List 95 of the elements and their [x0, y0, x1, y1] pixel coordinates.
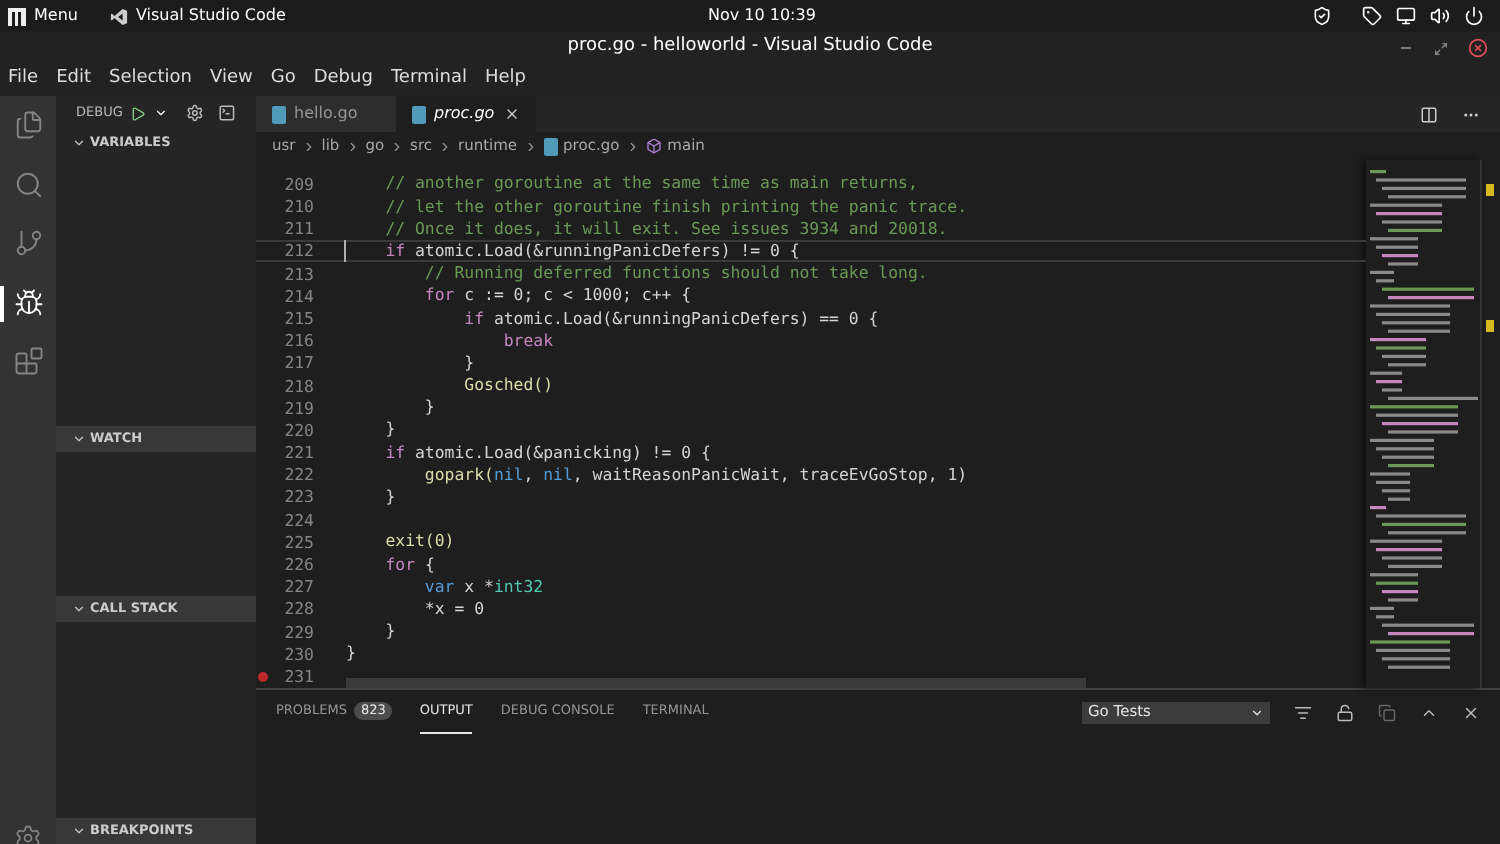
- monitor-icon[interactable]: [1396, 6, 1416, 26]
- caret-icon[interactable]: [154, 106, 169, 120]
- clock[interactable]: Nov 10 10:39: [708, 4, 816, 28]
- file-icon: [412, 105, 426, 123]
- editor-tab[interactable]: hello.go: [256, 96, 396, 132]
- menu-item[interactable]: Selection: [109, 66, 192, 94]
- menu-item[interactable]: File: [8, 66, 39, 94]
- shield-icon[interactable]: [1312, 6, 1332, 26]
- power-icon[interactable]: [1464, 6, 1484, 26]
- line-number: 209: [282, 171, 314, 197]
- line-number: 215: [282, 305, 314, 331]
- code-line: // let the other goroutine finish printing the panic trace.: [383, 195, 968, 218]
- line-number: 211: [282, 216, 314, 242]
- close-icon[interactable]: [504, 106, 520, 122]
- code-line: }: [383, 486, 396, 509]
- code-line: gopark(nil, nil, waitReasonPanicWait, traceEvGoStop, 1): [422, 463, 968, 487]
- line-number: 227: [282, 574, 314, 600]
- line-number: 230: [282, 641, 314, 667]
- code-line: exit(0): [383, 530, 455, 554]
- line-number: 212: [282, 238, 314, 264]
- menu-label[interactable]: Menu: [34, 4, 78, 28]
- split-editor-icon[interactable]: [1420, 105, 1438, 123]
- chevron-icon: [345, 139, 360, 153]
- tag-icon[interactable]: [1362, 6, 1382, 26]
- line-number: 217: [282, 350, 314, 376]
- line-number: 218: [282, 373, 314, 398]
- branch-icon[interactable]: [13, 228, 43, 259]
- code-line: for {: [383, 553, 435, 576]
- menu-logo-icon: [8, 7, 26, 25]
- menu-item[interactable]: Debug: [313, 66, 373, 94]
- vertical-scrollbar[interactable]: [1480, 160, 1500, 688]
- line-number: 225: [282, 529, 314, 555]
- blocks-icon[interactable]: [13, 346, 43, 377]
- menu-item[interactable]: Terminal: [390, 66, 467, 94]
- play-icon[interactable]: [130, 105, 147, 121]
- chevron-icon: [390, 139, 405, 153]
- line-number: 222: [282, 462, 314, 488]
- settings-icon[interactable]: [14, 824, 42, 844]
- chevron-icon: [438, 139, 452, 153]
- code-line: if atomic.Load(&runningPanicDefers) != 0 {: [383, 239, 800, 263]
- code-line: }: [462, 351, 475, 375]
- code-line: }: [346, 642, 356, 666]
- menu-item[interactable]: Go: [270, 66, 296, 94]
- code-line: if atomic.Load(&runningPanicDefers) == 0 {: [462, 307, 879, 330]
- code-line: }: [383, 620, 396, 643]
- editor-tab[interactable]: proc.go: [396, 96, 536, 132]
- menu-item[interactable]: Edit: [56, 66, 91, 94]
- chevron-icon: [625, 139, 640, 153]
- line-number: 224: [282, 507, 314, 532]
- bug-icon[interactable]: [13, 287, 43, 318]
- volume-icon[interactable]: [1430, 6, 1450, 26]
- search-icon[interactable]: [13, 169, 43, 200]
- line-number: 223: [282, 484, 314, 510]
- line-number: 229: [282, 619, 314, 644]
- code-line: var x *int32: [422, 575, 544, 598]
- code-line: if atomic.Load(&panicking) != 0 {: [383, 441, 711, 464]
- code-line: break: [501, 329, 554, 352]
- cube-icon: [645, 138, 662, 154]
- list-icon[interactable]: [1294, 703, 1312, 721]
- code-line: *x = 0: [422, 597, 485, 621]
- app-label[interactable]: Visual Studio Code: [135, 4, 286, 28]
- window-title: proc.go - helloworld - Visual Studio Code: [567, 34, 933, 61]
- chevron-icon: [301, 139, 316, 153]
- code-line: Gosched(): [462, 374, 554, 397]
- menu-item[interactable]: View: [209, 66, 253, 94]
- close-icon[interactable]: [1462, 703, 1480, 721]
- maximize-icon[interactable]: [1434, 41, 1448, 55]
- line-number: 221: [282, 440, 314, 465]
- code-line: }: [422, 396, 435, 419]
- code-line: // Once it does, it will exit. See issues 3934 and 20018.: [383, 217, 948, 240]
- code-line: // Running deferred functions should not take long.: [422, 262, 928, 285]
- line-number: 214: [282, 283, 314, 309]
- code-line: // another goroutine at the same time as main returns,: [383, 172, 918, 196]
- file-icon: [543, 137, 558, 155]
- line-number: 231: [282, 663, 314, 689]
- line-number: 219: [282, 395, 314, 421]
- line-number: 216: [282, 328, 314, 353]
- line-number: 220: [282, 417, 314, 443]
- horizontal-scrollbar[interactable]: [346, 678, 1086, 688]
- line-number: 210: [282, 194, 314, 219]
- lock-icon[interactable]: [1336, 703, 1354, 721]
- caret-icon: [1250, 705, 1264, 719]
- line-number: 226: [282, 552, 314, 577]
- files-icon[interactable]: [13, 110, 43, 141]
- line-number: 228: [282, 596, 314, 622]
- menu-item[interactable]: Help: [484, 66, 527, 94]
- file-icon: [272, 105, 286, 123]
- terminal-icon[interactable]: [218, 104, 236, 122]
- line-number: 213: [282, 261, 314, 286]
- copy-icon[interactable]: [1378, 703, 1396, 721]
- chevron-icon: [523, 139, 538, 153]
- code-line: for c := 0; c < 1000; c++ {: [422, 284, 692, 308]
- settings-icon[interactable]: [186, 104, 205, 122]
- vscode-logo-icon: [109, 7, 128, 25]
- code-line: }: [383, 418, 396, 442]
